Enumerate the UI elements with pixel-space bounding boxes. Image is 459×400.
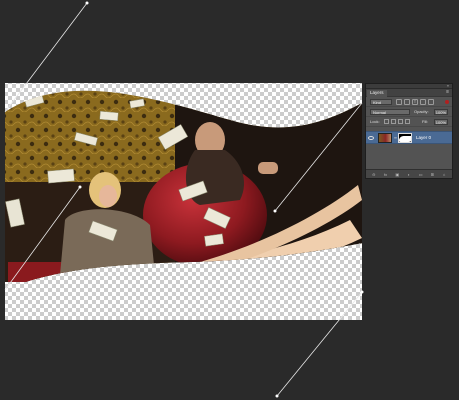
layer-row[interactable]: ∞ Layer 0 [366, 131, 452, 144]
panel-tab-row: Layers ≡ [366, 89, 452, 97]
folder-icon[interactable]: ▭ [418, 172, 423, 177]
opacity-field[interactable]: 100% [434, 109, 448, 115]
filter-icons: T [396, 99, 434, 105]
fx-icon[interactable]: fx [383, 172, 388, 177]
pixel-filter-icon[interactable] [396, 99, 402, 105]
document-canvas[interactable] [0, 0, 459, 400]
shape-filter-icon[interactable] [420, 99, 426, 105]
mask-link-icon[interactable]: ∞ [394, 136, 397, 140]
fill-field[interactable]: 100% [434, 119, 448, 125]
workspace[interactable] [0, 0, 459, 400]
tab-layers[interactable]: Layers [367, 90, 387, 97]
type-filter-icon[interactable]: T [412, 99, 418, 105]
lock-icons [384, 119, 410, 124]
layer-name[interactable]: Layer 0 [416, 135, 431, 141]
layer-mask-thumbnail[interactable] [398, 133, 412, 143]
panel-menu-icon[interactable]: ≡ [446, 90, 449, 95]
collapse-icon[interactable]: » [447, 84, 449, 88]
new-layer-icon[interactable]: ⊞ [430, 172, 435, 177]
blend-row: Normal Opacity: 100% [366, 107, 452, 117]
opacity-label: Opacity: [414, 109, 429, 114]
visibility-eye-icon[interactable] [368, 136, 374, 140]
layers-panel: » Layers ≡ Kind T Normal Opacity: 100% L… [365, 83, 453, 179]
kind-filter-select[interactable]: Kind [370, 99, 392, 105]
lock-position-icon[interactable] [398, 119, 403, 124]
filter-toggle[interactable] [445, 100, 449, 104]
lock-transparent-icon[interactable] [384, 119, 389, 124]
fill-label: Fill: [422, 119, 429, 124]
link-icon[interactable]: ⊖ [371, 172, 376, 177]
lock-image-icon[interactable] [391, 119, 396, 124]
filter-row: Kind T [366, 97, 452, 107]
adjustment-icon[interactable]: ◐ [406, 172, 411, 177]
adjustment-filter-icon[interactable] [404, 99, 410, 105]
mask-icon[interactable]: ▣ [395, 172, 400, 177]
lock-row: Lock: Fill: 100% [366, 117, 452, 127]
trash-icon[interactable]: ⌂ [442, 172, 447, 177]
layer-thumbnail[interactable] [378, 133, 392, 143]
smart-object-filter-icon[interactable] [428, 99, 434, 105]
lock-all-icon[interactable] [405, 119, 410, 124]
lock-label: Lock: [370, 119, 380, 124]
blend-mode-select[interactable]: Normal [370, 109, 410, 115]
panel-footer: ⊖ fx ▣ ◐ ▭ ⊞ ⌂ [366, 169, 452, 178]
